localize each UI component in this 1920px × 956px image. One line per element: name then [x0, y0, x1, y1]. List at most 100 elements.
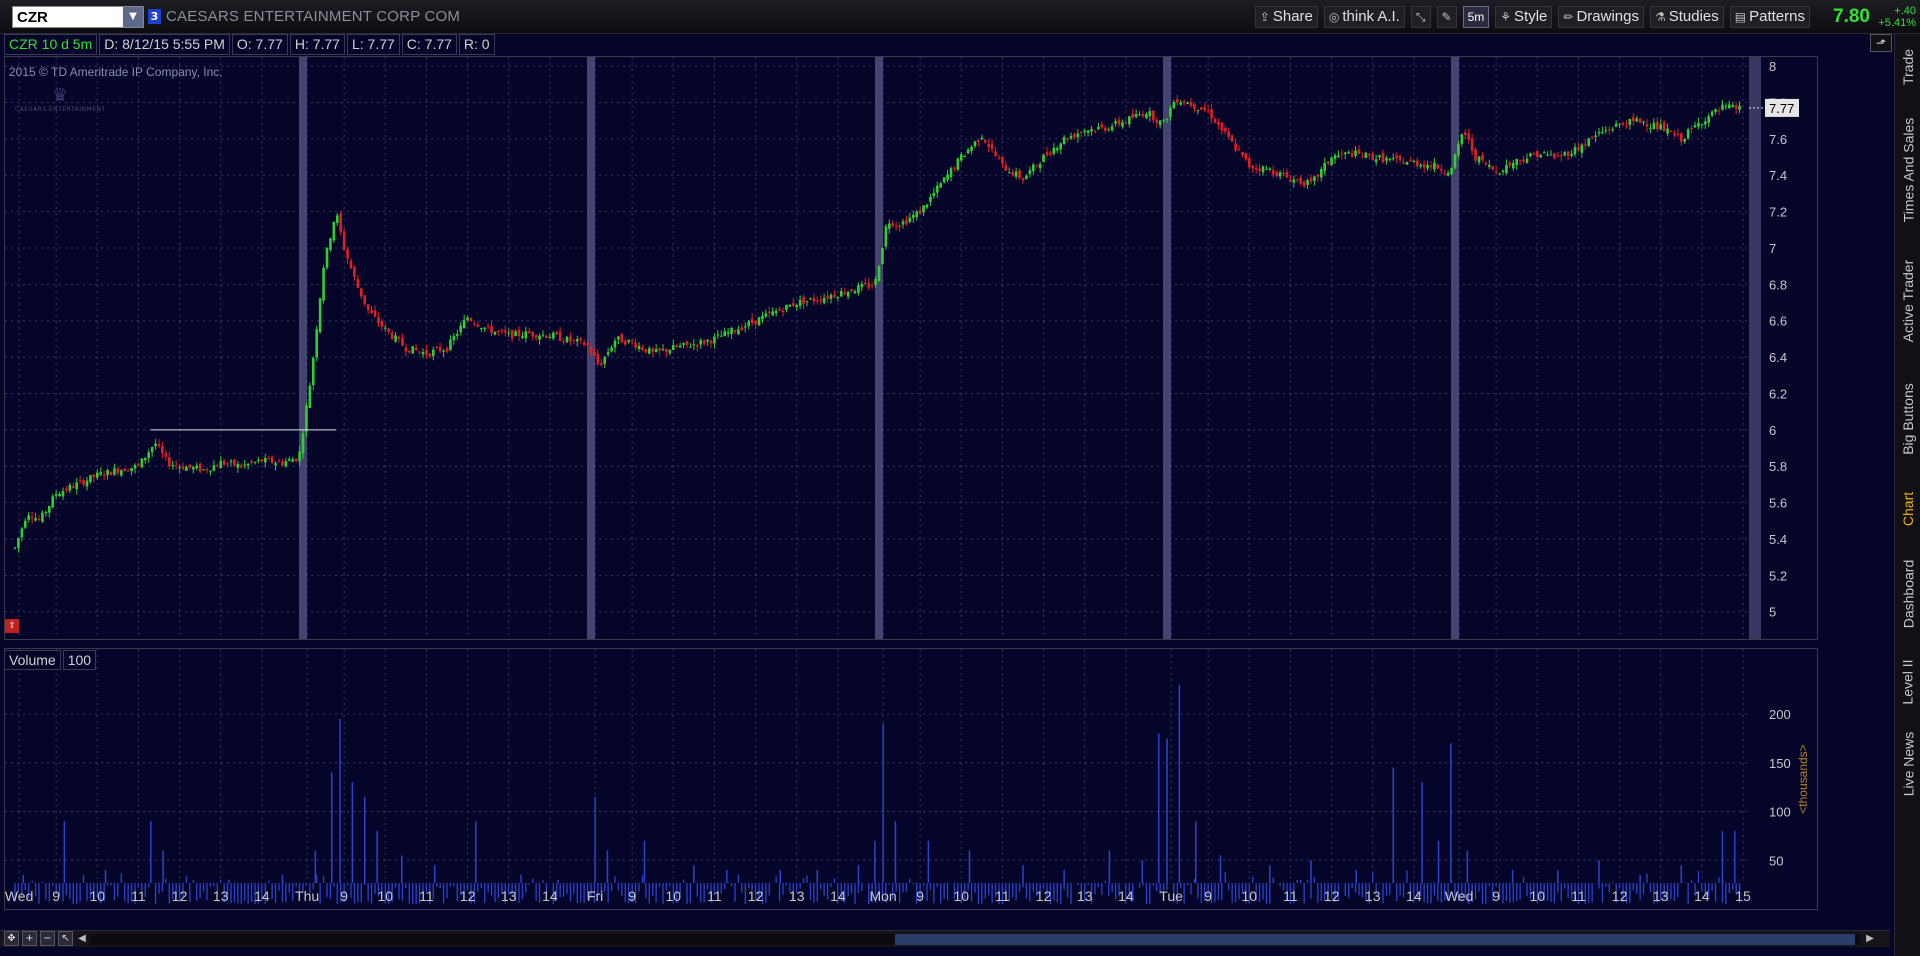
candle-body: [1549, 154, 1553, 156]
drawings-button[interactable]: ✏ Drawings: [1558, 6, 1644, 28]
candle-body: [490, 325, 493, 334]
candle-body: [1361, 156, 1364, 158]
volume-label[interactable]: Volume: [4, 650, 61, 670]
candle-body: [253, 462, 257, 464]
candle-body: [661, 349, 665, 351]
share-icon: ⇪: [1259, 10, 1270, 24]
candle-body: [630, 341, 634, 343]
candle-body: [778, 308, 781, 311]
tab-live-news[interactable]: Live News: [1895, 719, 1920, 809]
wrench-icon: ✎: [1441, 10, 1452, 24]
candle-body: [1333, 155, 1337, 159]
symbol-selector[interactable]: ▼: [12, 6, 144, 28]
tab-chart[interactable]: Chart: [1895, 479, 1920, 539]
candle-body: [822, 297, 826, 303]
candle-body: [1690, 128, 1693, 130]
tab-times-and-sales[interactable]: Times And Sales: [1895, 104, 1920, 236]
volume-chart[interactable]: 50 100 150 200 <thousands> Wed 9 10 11 12 13 14 Thu 9…: [5, 649, 1817, 909]
candle-body: [233, 459, 236, 466]
time-tick-label: 10: [1241, 888, 1257, 904]
volume-tick-label: 100: [1769, 805, 1791, 820]
style-button[interactable]: ⚘ Style: [1495, 6, 1553, 28]
think-ai-button[interactable]: ◎ think A.I.: [1323, 6, 1405, 28]
tab-active-trader[interactable]: Active Trader: [1895, 242, 1920, 360]
share-button[interactable]: ⇪ Share: [1254, 6, 1318, 28]
candle-body: [1697, 122, 1700, 127]
volume-panel[interactable]: 50 100 150 200 <thousands> Wed 9 10 11 12 13 14 Thu 9…: [4, 648, 1818, 910]
candle-body: [246, 463, 250, 466]
candle-body: [1631, 117, 1635, 122]
pan-icon[interactable]: ✥: [4, 931, 19, 946]
candle-body: [606, 352, 610, 355]
candle-body: [935, 185, 939, 193]
bar-high: H: 7.77: [289, 34, 345, 55]
candle-body: [932, 192, 936, 197]
settings-button[interactable]: ✎: [1436, 6, 1457, 28]
candle-body: [1649, 127, 1652, 129]
time-tick-label: 12: [1036, 888, 1052, 904]
price-tick-label: 6: [1769, 423, 1776, 438]
candle-body: [575, 339, 579, 342]
candle-body: [1045, 152, 1049, 156]
candle-body: [469, 318, 473, 322]
link-group-badge[interactable]: 3: [148, 9, 161, 24]
aggregation-button[interactable]: 5m: [1462, 6, 1490, 28]
chart-collapse-button[interactable]: ⬏: [1870, 34, 1892, 52]
price-tick-label: 6.2: [1769, 386, 1787, 401]
tab-level-ii[interactable]: Level II: [1895, 649, 1920, 715]
time-scroll-thumb[interactable]: [895, 934, 1855, 945]
candle-body: [61, 491, 65, 497]
candle-body: [1042, 154, 1045, 163]
candle-body: [1165, 118, 1169, 120]
symbol-input[interactable]: [13, 7, 121, 27]
candle-body: [1529, 153, 1532, 157]
price-chart[interactable]: 55.25.45.65.866.26.46.66.877.27.47.67.88…: [5, 57, 1817, 639]
candle-body: [1707, 116, 1711, 123]
candle-body: [229, 461, 233, 463]
scroll-right-icon[interactable]: ▶: [1864, 932, 1876, 946]
candle-body: [853, 291, 857, 294]
candle-body: [71, 486, 75, 488]
candle-body: [1693, 125, 1697, 128]
candle-body: [1103, 127, 1107, 131]
patterns-button[interactable]: ▤ Patterns: [1729, 6, 1810, 28]
tab-big-buttons[interactable]: Big Buttons: [1895, 364, 1920, 474]
candle-body: [617, 336, 620, 340]
candle-body: [65, 488, 68, 491]
symbol-period[interactable]: CZR 10 d 5m: [4, 34, 98, 55]
candle-body: [1415, 160, 1419, 166]
candle-body: [1611, 129, 1615, 131]
candle-body: [589, 347, 593, 354]
candle-body: [1717, 110, 1721, 112]
zoom-in-icon[interactable]: +: [22, 931, 37, 946]
candle-body: [983, 140, 987, 143]
zoom-out-icon[interactable]: −: [40, 931, 55, 946]
candle-body: [442, 350, 445, 352]
time-tick-label: 15: [1735, 888, 1751, 904]
time-scroll-track[interactable]: [90, 934, 1860, 945]
candle-body: [1559, 155, 1563, 157]
candle-body: [404, 347, 408, 352]
candle-body: [767, 311, 771, 313]
candle-body: [1079, 131, 1083, 133]
candle-body: [284, 461, 288, 467]
tab-dashboard[interactable]: Dashboard: [1895, 539, 1920, 649]
candle-body: [1419, 164, 1423, 167]
candle-body: [1679, 133, 1683, 142]
cursor-icon[interactable]: ↖: [58, 931, 73, 946]
drawing-tools-button[interactable]: ⤡: [1410, 6, 1431, 28]
candle-body: [1628, 118, 1632, 125]
scroll-left-icon[interactable]: ◀: [76, 932, 88, 946]
candle-body: [1323, 163, 1327, 171]
tab-trade[interactable]: Trade: [1895, 38, 1920, 96]
studies-button[interactable]: ⚗ Studies: [1649, 6, 1724, 28]
expand-panel-icon[interactable]: ⇧: [5, 619, 19, 633]
candle-body: [449, 339, 452, 350]
candle-body: [1577, 147, 1580, 151]
symbol-dropdown-icon[interactable]: ▼: [123, 7, 143, 27]
price-panel[interactable]: 55.25.45.65.866.26.46.66.877.27.47.67.88…: [4, 56, 1818, 640]
candle-body: [445, 348, 449, 352]
candle-body: [994, 151, 997, 156]
candle-body: [521, 336, 524, 339]
candle-body: [641, 347, 644, 350]
